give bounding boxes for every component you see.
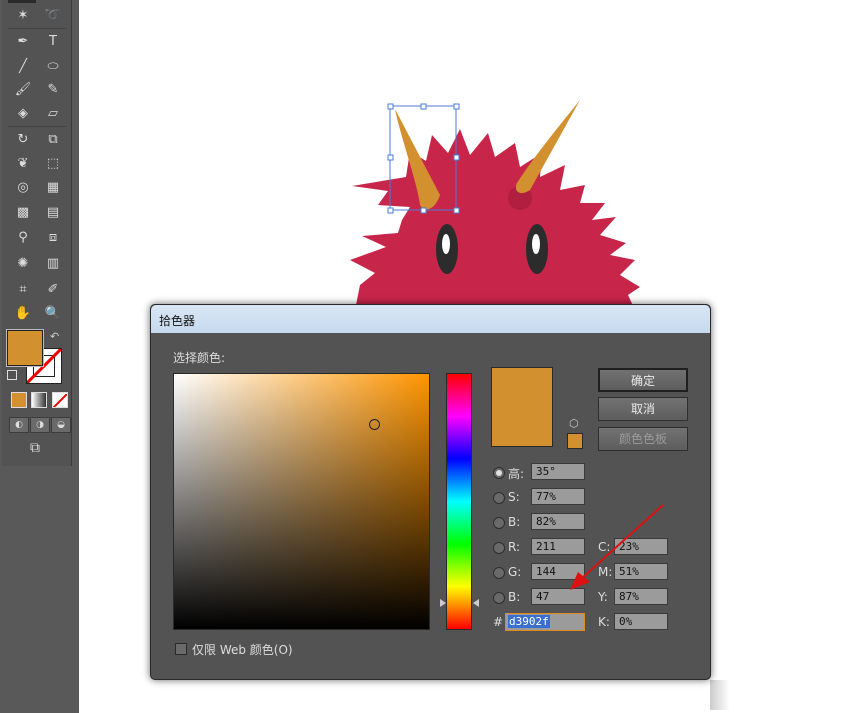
canvas-artwork: [350, 100, 640, 310]
saturation-label: S:: [508, 490, 520, 504]
panel-grip: [8, 0, 36, 3]
dialog-titlebar[interactable]: 拾色器: [151, 305, 710, 333]
hue-radio[interactable]: [493, 467, 505, 479]
pencil-tool-icon[interactable]: ✎: [40, 80, 66, 100]
color-field-picker-circle[interactable]: [369, 419, 380, 430]
saturation-radio[interactable]: [493, 492, 505, 504]
none-slash-icon: [53, 393, 67, 407]
pen-tool-icon[interactable]: ✒: [10, 32, 36, 52]
color-picker-dialog: 拾色器 选择颜色: ⬡ 确定 取消 颜色色板 高: 35° S: 77% B: …: [150, 304, 711, 680]
shape-builder-tool-icon[interactable]: ◎: [10, 178, 36, 198]
blue-label: B:: [508, 590, 521, 604]
blue-radio[interactable]: [493, 592, 505, 604]
ellipse-tool-icon[interactable]: ⬭: [40, 57, 66, 77]
color-swatches-button[interactable]: 颜色色板: [598, 427, 688, 451]
gradient-tool-icon[interactable]: ▤: [40, 203, 66, 223]
screen-mode-icon[interactable]: ⧉: [24, 440, 46, 456]
default-colors-icon[interactable]: [7, 370, 17, 380]
slice-tool-icon[interactable]: ✐: [40, 280, 66, 300]
blob-brush-tool-icon[interactable]: ◈: [10, 104, 36, 124]
red-label: R:: [508, 540, 521, 554]
select-color-label: 选择颜色:: [173, 351, 226, 365]
warp-tool-icon[interactable]: ❦: [10, 154, 36, 174]
line-tool-icon[interactable]: ╱: [10, 57, 36, 77]
fill-color-swatch[interactable]: [7, 330, 43, 366]
window-edge-shadow: [710, 680, 730, 710]
zoom-tool-icon[interactable]: 🔍: [40, 304, 66, 324]
hex-value-selected: d3902f: [508, 615, 550, 628]
artboard-tool-icon[interactable]: ⌗: [10, 280, 36, 300]
ok-button[interactable]: 确定: [598, 368, 688, 392]
swap-fill-stroke-icon[interactable]: ↶: [50, 330, 59, 343]
draw-behind-button[interactable]: ◑: [30, 417, 50, 433]
hue-label: 高:: [508, 467, 525, 481]
draw-inside-button[interactable]: ◒: [51, 417, 71, 433]
perspective-grid-tool-icon[interactable]: ▦: [40, 178, 66, 198]
hue-input[interactable]: 35°: [531, 463, 585, 480]
left-eye-highlight: [442, 234, 450, 254]
web-safe-color-swatch[interactable]: [567, 433, 583, 449]
web-colors-only-checkbox[interactable]: [175, 643, 187, 655]
green-label: G:: [508, 565, 522, 579]
toolbar-divider: [8, 28, 66, 29]
color-mode-button[interactable]: [11, 392, 27, 408]
hue-slider-right-arrow[interactable]: [473, 599, 479, 607]
column-graph-tool-icon[interactable]: ▥: [40, 254, 66, 274]
brightness-radio[interactable]: [493, 517, 505, 529]
hue-slider[interactable]: [446, 373, 472, 630]
right-eye-highlight: [532, 234, 540, 254]
red-radio[interactable]: [493, 542, 505, 554]
rotate-tool-icon[interactable]: ↻: [10, 130, 36, 150]
scale-tool-icon[interactable]: ⧉: [40, 130, 66, 150]
hand-tool-icon[interactable]: ✋: [10, 304, 36, 324]
cancel-button[interactable]: 取消: [598, 397, 688, 421]
paintbrush-tool-icon[interactable]: 🖌: [10, 80, 36, 100]
eyedropper-tool-icon[interactable]: ⚲: [10, 228, 36, 248]
out-of-web-gamut-cube-icon[interactable]: ⬡: [569, 417, 579, 430]
brightness-label: B:: [508, 515, 521, 529]
annotation-arrow-icon: [570, 504, 664, 590]
gradient-mode-button[interactable]: [31, 392, 47, 408]
blend-tool-icon[interactable]: ⧈: [40, 228, 66, 248]
black-label: K:: [598, 615, 610, 629]
free-transform-tool-icon[interactable]: ⬚: [40, 154, 66, 174]
black-input[interactable]: 0%: [614, 613, 668, 630]
dialog-title: 拾色器: [159, 314, 196, 328]
none-mode-button[interactable]: [52, 392, 68, 408]
hue-slider-left-arrow[interactable]: [440, 599, 446, 607]
type-tool-icon[interactable]: T: [40, 32, 66, 52]
lasso-tool-icon[interactable]: ➰: [40, 6, 66, 26]
toolbar-divider: [8, 126, 66, 127]
eraser-tool-icon[interactable]: ▱: [40, 104, 66, 124]
color-field[interactable]: [173, 373, 430, 630]
mesh-tool-icon[interactable]: ▩: [10, 203, 36, 223]
draw-normal-button[interactable]: ◐: [9, 417, 29, 433]
tools-panel: ✶ ➰ ✒ T ╱ ⬭ 🖌 ✎ ◈ ▱ ↻ ⧉ ❦ ⬚ ◎ ▦ ▩ ▤ ⚲ ⧈ …: [2, 0, 72, 466]
hex-label: #: [493, 615, 504, 629]
web-colors-only-label: 仅限 Web 颜色(O): [192, 643, 293, 657]
hex-input[interactable]: d3902f: [505, 613, 585, 631]
green-radio[interactable]: [493, 567, 505, 579]
symbol-sprayer-tool-icon[interactable]: ✺: [10, 254, 36, 274]
magic-wand-tool-icon[interactable]: ✶: [10, 6, 36, 26]
current-color-preview: [491, 367, 553, 447]
